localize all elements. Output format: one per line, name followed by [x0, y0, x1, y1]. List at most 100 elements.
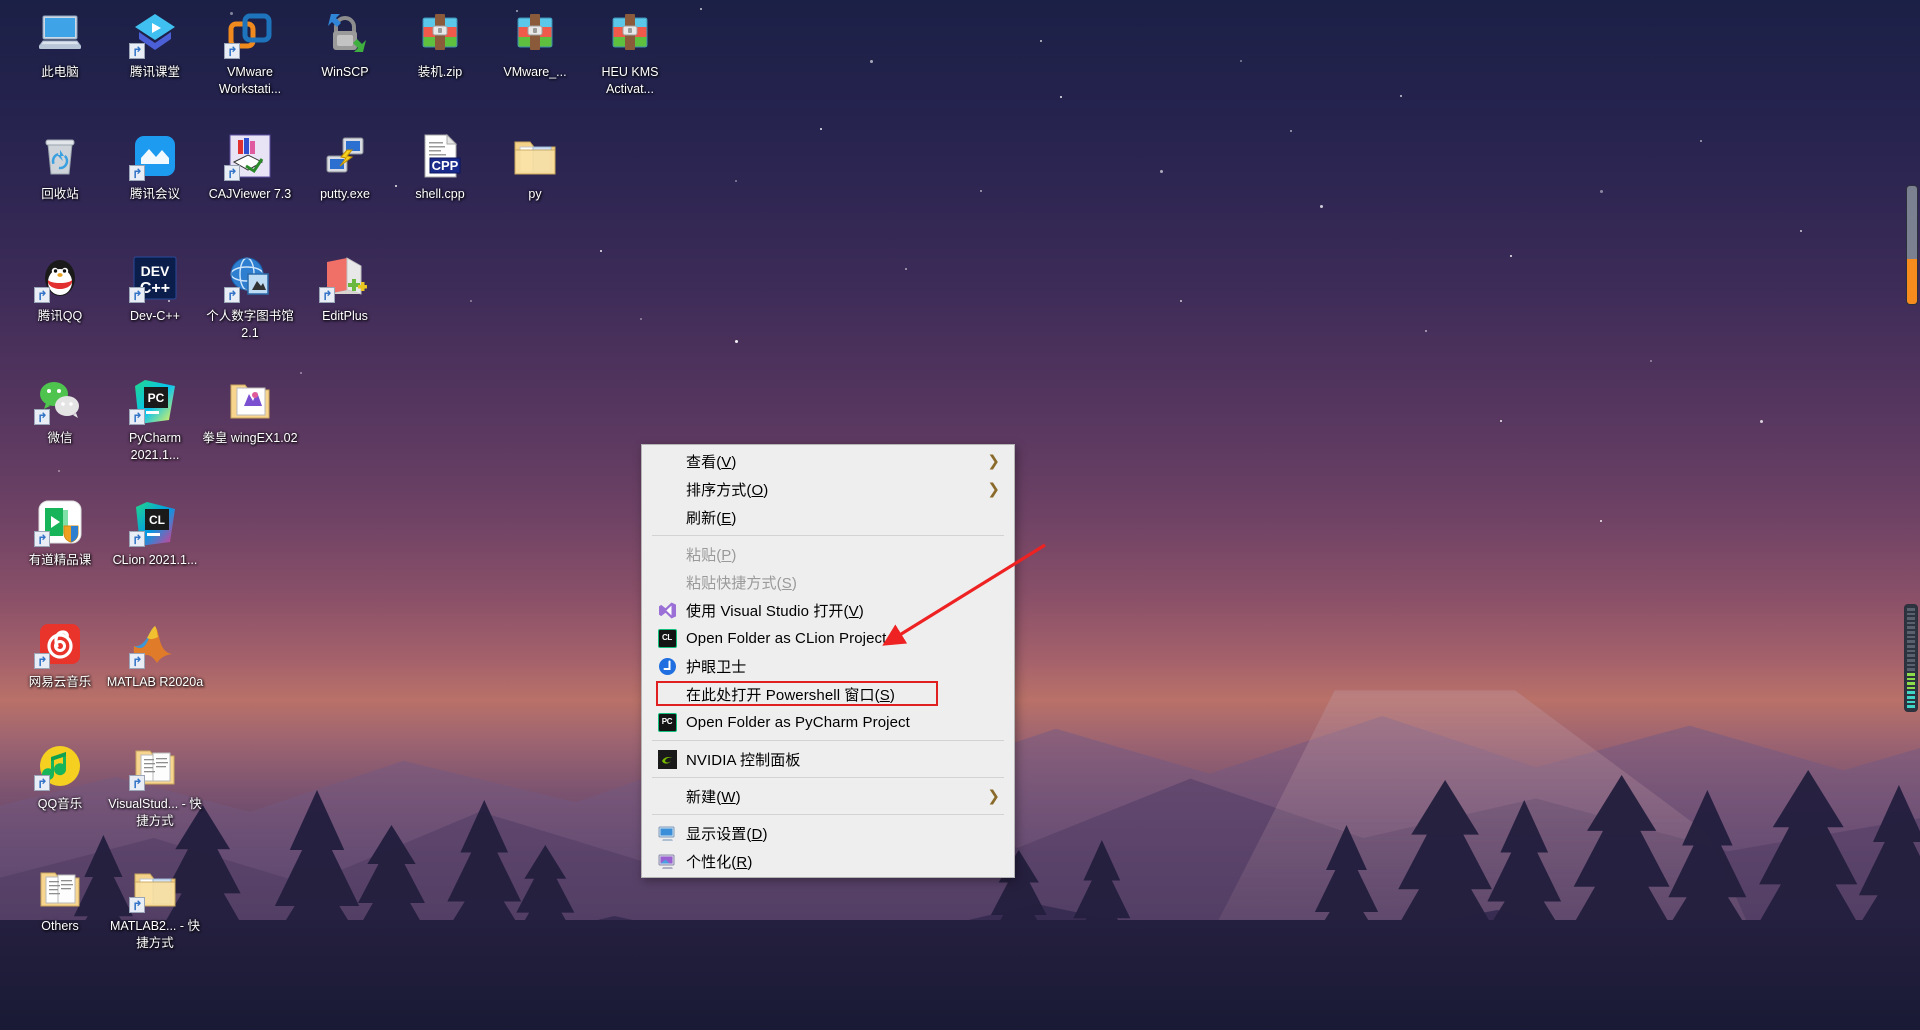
desktop-icon-matlab[interactable]: MATLAB R2020a	[103, 620, 207, 691]
cajviewer-icon	[224, 132, 274, 181]
desktop-icon-label: CLion 2021.1...	[112, 553, 198, 567]
desktop-icon-tencent-meeting[interactable]: 腾讯会议	[103, 132, 207, 203]
menu-separator	[652, 814, 1004, 815]
desktop-icon-matlab-folder-shortcut[interactable]: MATLAB2... - 快捷方式	[103, 864, 207, 952]
desktop-icon-label: MATLAB R2020a	[106, 675, 204, 689]
context-menu-item-open-folder-as-clion-project[interactable]: CL Open Folder as CLion Project	[642, 624, 1014, 652]
context-menu-item-label: 粘贴(P)	[686, 546, 737, 564]
desktop-icon-this-pc[interactable]: 此电脑	[8, 10, 112, 81]
desktop-icon-label: 网易云音乐	[28, 675, 92, 689]
context-menu-item-new[interactable]: 新建(W) ❯	[642, 782, 1014, 810]
context-menu-item-label: 刷新(E)	[686, 509, 737, 527]
chevron-right-icon: ❯	[987, 787, 1000, 805]
shortcut-overlay-icon	[34, 653, 50, 669]
context-menu-item-open-with-visual-studio[interactable]: 使用 Visual Studio 打开(V)	[642, 596, 1014, 624]
context-menu-item-label: NVIDIA 控制面板	[686, 751, 801, 769]
svg-text:DEV: DEV	[141, 263, 170, 279]
nvidia-icon	[648, 748, 686, 770]
desktop-icon-tencent-qq[interactable]: 腾讯QQ	[8, 254, 112, 325]
context-menu-item-view[interactable]: 查看(V) ❯	[642, 447, 1014, 475]
desktop-icon-label: 回收站	[41, 187, 79, 201]
context-menu-item-label: 在此处打开 Powershell 窗口(S)	[686, 686, 895, 704]
desktop-icon-shell-cpp[interactable]: CPP shell.cpp	[388, 132, 492, 203]
context-menu-item-nvidia-control-panel[interactable]: NVIDIA 控制面板	[642, 745, 1014, 773]
desktop-context-menu[interactable]: 查看(V) ❯ 排序方式(O) ❯ 刷新(E) 粘贴(P) 粘贴快捷方式(S) 使用 Visu…	[641, 444, 1015, 878]
matlab-folder-shortcut-icon	[129, 864, 179, 913]
desktop-icon-label: QQ音乐	[37, 797, 83, 811]
desktop-icon-personal-digital-library[interactable]: 个人数字图书馆2.1	[198, 254, 302, 342]
menu-item-no-icon	[648, 478, 686, 500]
context-menu-item-label: 显示设置(D)	[686, 825, 768, 843]
desktop-icon-tencent-classroom[interactable]: 腾讯课堂	[103, 10, 207, 81]
desktop-icon-wechat[interactable]: 微信	[8, 376, 112, 447]
desktop-icon-label: putty.exe	[320, 187, 370, 201]
clion-icon: CL	[648, 627, 686, 649]
tencent-meeting-icon	[129, 132, 179, 181]
context-menu-item-label: 粘贴快捷方式(S)	[686, 574, 797, 592]
shortcut-overlay-icon	[129, 287, 145, 303]
vertical-meter-gadget[interactable]	[1906, 185, 1918, 305]
desktop-icon-netease-music[interactable]: 网易云音乐	[8, 620, 112, 691]
vmware-workstation-icon	[224, 10, 274, 59]
desktop-icon-qq-music[interactable]: QQ音乐	[8, 742, 112, 813]
desktop-icon-dev-cpp[interactable]: DEVC++ Dev-C++	[103, 254, 207, 325]
desktop-icon-label: shell.cpp	[415, 187, 465, 201]
shortcut-overlay-icon	[319, 287, 335, 303]
context-menu-item-personalize[interactable]: 个性化(R)	[642, 847, 1014, 875]
youdao-course-icon	[34, 498, 84, 547]
desktop-icon-vmware-archive[interactable]: VMware_...	[483, 10, 587, 81]
desktop-icon-others-folder[interactable]: Others	[8, 864, 112, 935]
shortcut-overlay-icon	[224, 165, 240, 181]
pycharm-icon: PC	[648, 711, 686, 733]
desktop-icon-label: 腾讯会议	[129, 187, 180, 201]
winscp-icon	[321, 10, 369, 58]
desktop-icon-pycharm[interactable]: PC PyCharm 2021.1...	[103, 376, 207, 464]
wechat-icon	[34, 376, 84, 425]
desktop-icon-visualstudio-folder-shortcut[interactable]: VisualStud... - 快捷方式	[103, 742, 207, 830]
visualstudio-folder-shortcut-icon	[129, 742, 179, 791]
desktop-icon-label: 腾讯QQ	[37, 309, 83, 323]
shortcut-overlay-icon	[34, 531, 50, 547]
level-meter-gadget[interactable]	[1904, 604, 1918, 712]
context-menu-item-open-powershell-window-here[interactable]: 在此处打开 Powershell 窗口(S)	[642, 680, 1014, 708]
context-menu-item-label: 排序方式(O)	[686, 481, 769, 499]
desktop-icon-py-folder[interactable]: py	[483, 132, 587, 203]
qq-music-icon	[34, 742, 84, 791]
shortcut-overlay-icon	[129, 531, 145, 547]
desktop-icon-winscp[interactable]: WinSCP	[293, 10, 397, 81]
context-menu-item-open-folder-as-pycharm-project[interactable]: PC Open Folder as PyCharm Project	[642, 708, 1014, 736]
desktop-icon-heu-kms-activator[interactable]: HEU KMS Activat...	[578, 10, 682, 98]
desktop-icon-putty[interactable]: putty.exe	[293, 132, 397, 203]
this-pc-icon	[36, 10, 84, 58]
shell-cpp-icon: CPP	[416, 132, 464, 180]
desktop-icon-label: PyCharm 2021.1...	[128, 431, 182, 462]
context-menu-item-display-settings[interactable]: 显示设置(D)	[642, 819, 1014, 847]
editplus-icon	[319, 254, 369, 303]
clion-icon: CL	[129, 498, 179, 547]
context-menu-item-refresh[interactable]: 刷新(E)	[642, 503, 1014, 531]
shortcut-overlay-icon	[129, 653, 145, 669]
context-menu-item-paste: 粘贴(P)	[642, 540, 1014, 568]
shortcut-overlay-icon	[224, 43, 240, 59]
desktop-icon-label: WinSCP	[321, 65, 369, 79]
matlab-icon	[129, 620, 179, 669]
desktop-icon-label: Others	[41, 919, 79, 933]
desktop-icon-recycle-bin[interactable]: 回收站	[8, 132, 112, 203]
desktop-icon-youdao-course[interactable]: 有道精品课	[8, 498, 112, 569]
desktop-icon-clion[interactable]: CL CLion 2021.1...	[103, 498, 207, 569]
context-menu-item-label: 护眼卫士	[686, 658, 747, 676]
menu-item-no-icon	[648, 450, 686, 472]
menu-separator	[652, 535, 1004, 536]
desktop-icon-editplus[interactable]: EditPlus	[293, 254, 397, 325]
context-menu-item-eye-guard[interactable]: 护眼卫士	[642, 652, 1014, 680]
desktop-icon-zhuangji-zip[interactable]: 装机.zip	[388, 10, 492, 81]
context-menu-item-label: 新建(W)	[686, 788, 741, 806]
desktop-icon-cajviewer[interactable]: CAJViewer 7.3	[198, 132, 302, 203]
context-menu-item-sort-by[interactable]: 排序方式(O) ❯	[642, 475, 1014, 503]
desktop-icon-label: 个人数字图书馆2.1	[206, 309, 294, 340]
desktop-icon-kof-wingex[interactable]: 拳皇 wingEX1.02	[198, 376, 302, 447]
kof-wingex-icon	[226, 376, 274, 424]
others-folder-icon	[36, 864, 84, 912]
desktop-icon-vmware-workstation[interactable]: VMware Workstati...	[198, 10, 302, 98]
menu-separator	[652, 777, 1004, 778]
